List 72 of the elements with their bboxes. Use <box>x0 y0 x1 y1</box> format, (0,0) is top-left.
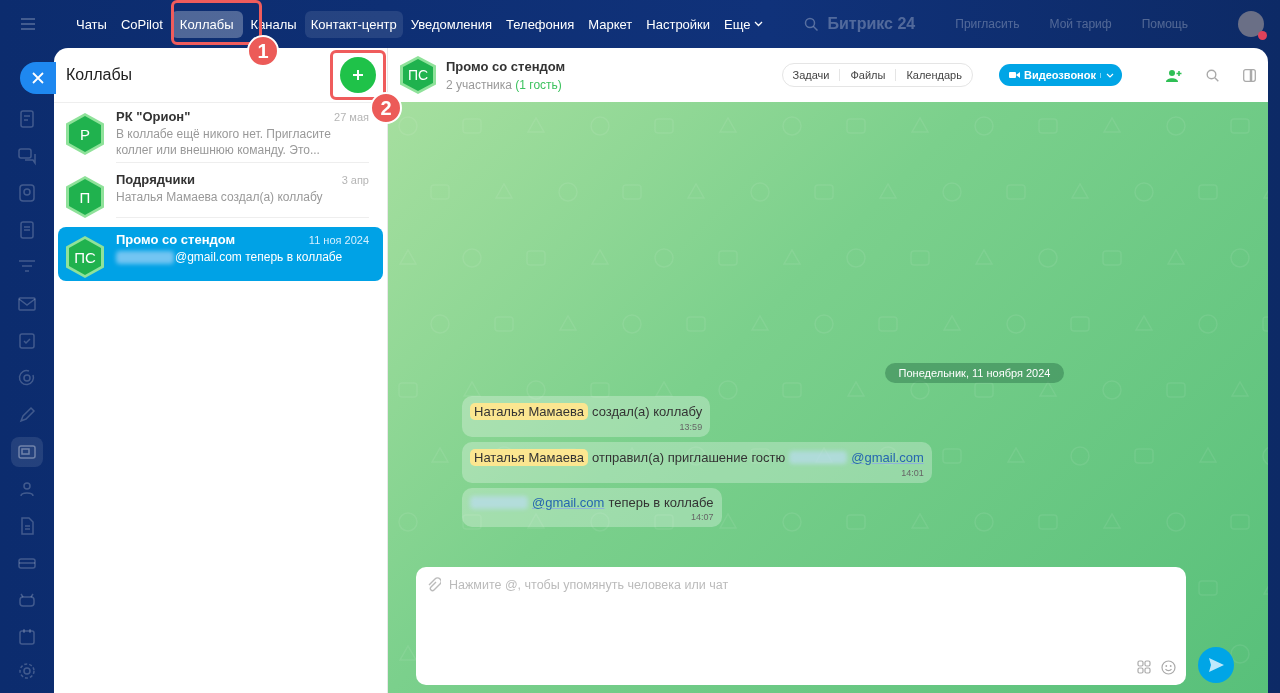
settings-icon[interactable] <box>17 661 37 681</box>
author-mention[interactable]: Наталья Мамаева <box>470 449 588 466</box>
member-count: 2 участника <box>446 77 512 92</box>
envelope-icon <box>17 294 37 314</box>
nav-tab[interactable]: Уведомления <box>404 10 499 38</box>
chat-screen-icon <box>17 442 37 462</box>
nav-tab[interactable]: Маркет <box>582 10 639 38</box>
guest-count: (1 гость) <box>515 77 562 92</box>
user-avatar[interactable] <box>1238 11 1264 37</box>
chat-name: РК "Орион" <box>116 109 191 124</box>
message-text: теперь в коллабе <box>608 495 714 510</box>
chat-avatar: ПС <box>66 236 104 278</box>
nav-tab[interactable]: Настройки <box>640 10 717 38</box>
message-text: создал(а) коллабу <box>592 404 703 419</box>
header-tab[interactable]: Задачи <box>782 69 840 81</box>
add-button[interactable] <box>340 57 376 93</box>
nav-tab[interactable]: Контакт-центр <box>304 10 403 38</box>
checkbox-icon <box>17 331 37 351</box>
email-link[interactable]: @gmail.com <box>532 495 605 510</box>
menu-icon[interactable] <box>20 17 36 31</box>
emoji-icon[interactable] <box>1161 660 1176 675</box>
notification-dot <box>1258 31 1267 40</box>
email-link[interactable]: @gmail.com <box>851 450 924 465</box>
close-button[interactable] <box>20 62 56 94</box>
message-time: 14:01 <box>901 468 924 478</box>
step-number: 1 <box>247 35 279 67</box>
target-icon <box>17 368 37 388</box>
chat-preview: В коллабе ещё никого нет. Пригласите коллег или внешнюю команду. Это... <box>116 126 332 158</box>
paperclip-icon[interactable] <box>426 577 441 592</box>
chat-list-item[interactable]: П Подрядчики 3 апр Наталья Мамаева создал(а) коллабу <box>58 167 383 221</box>
chat-avatar: П <box>66 176 104 218</box>
add-user-icon[interactable] <box>1166 68 1182 82</box>
author-mention[interactable]: Наталья Мамаева <box>470 403 588 420</box>
nav-tab[interactable]: Еще <box>718 10 769 38</box>
header-tab[interactable]: Файлы <box>839 69 896 81</box>
nav-tab[interactable]: CoPilot <box>114 10 169 38</box>
sidebar-toggle-icon[interactable] <box>1243 68 1256 82</box>
chat-name: Промо со стендом <box>116 232 236 247</box>
send-button[interactable] <box>1198 647 1234 683</box>
close-icon <box>32 72 44 84</box>
chat-icon <box>17 146 37 166</box>
chat-avatar: ПС <box>400 56 436 94</box>
nav-tab[interactable]: Телефония <box>500 10 581 38</box>
message-time: 14:07 <box>691 512 714 522</box>
message-time: 13:59 <box>679 422 703 432</box>
chat-date: 11 ноя 2024 <box>308 234 369 246</box>
search-icon[interactable] <box>1206 68 1219 82</box>
chat-avatar: Р <box>66 113 104 155</box>
chat-screen-menu-item[interactable] <box>11 437 43 467</box>
chat-date: 3 апр <box>341 174 369 186</box>
chat-date: 27 мая <box>334 111 369 123</box>
chat-name: Подрядчики <box>116 172 195 187</box>
chevron-down-icon <box>1106 72 1114 78</box>
chat-preview: @gmail.com теперь в коллабе <box>175 249 343 265</box>
badge-icon <box>17 183 37 203</box>
grid-icon[interactable] <box>1137 660 1151 674</box>
chat-preview: Наталья Мамаева создал(а) коллабу <box>116 189 323 205</box>
plus-icon <box>352 69 364 81</box>
nav-tab[interactable]: Чаты <box>70 10 113 38</box>
date-divider: Понедельник, 11 ноября 2024 <box>884 363 1065 383</box>
list-title: Коллабы <box>66 66 133 84</box>
send-icon <box>1208 657 1224 673</box>
calendar-icon <box>17 627 37 647</box>
chat-title: Промо со стендом <box>446 58 566 74</box>
message-text: отправил(а) приглашение гостю <box>592 450 786 465</box>
notepad-icon <box>17 220 37 240</box>
camera-icon <box>1008 71 1020 79</box>
people-icon <box>17 479 37 499</box>
document-icon <box>17 109 37 129</box>
header-tab[interactable]: Календарь <box>895 69 972 81</box>
pen-icon <box>17 405 37 425</box>
search-icon[interactable] <box>803 17 818 31</box>
